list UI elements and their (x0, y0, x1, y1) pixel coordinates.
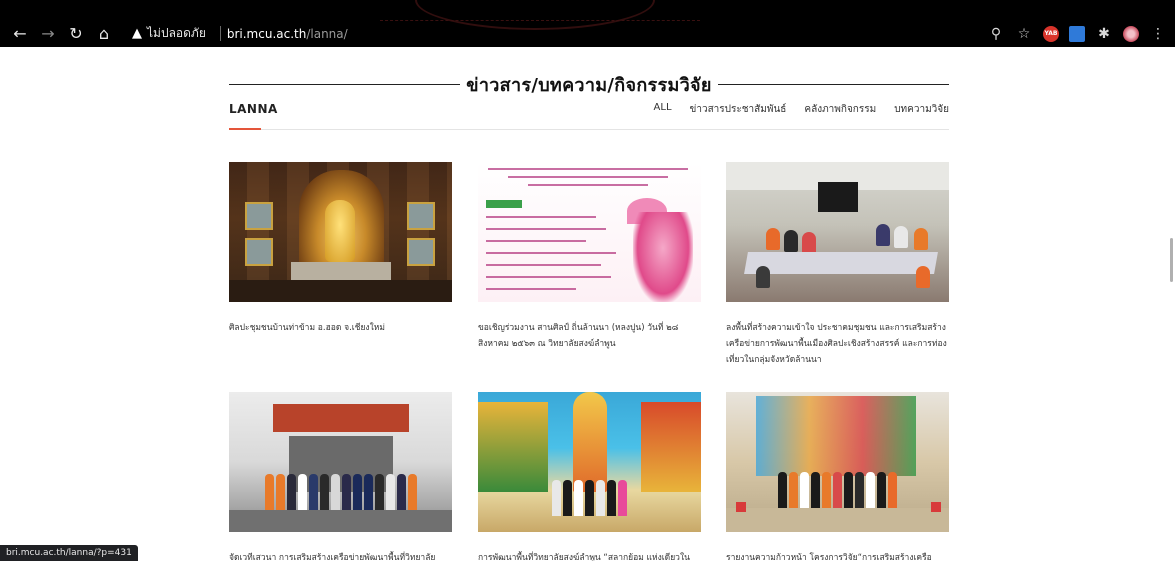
post-thumbnail[interactable] (726, 392, 949, 532)
section-title: ข่าวสาร/บทความ/กิจกรรมวิจัย (466, 74, 712, 96)
post-thumbnail[interactable] (478, 162, 701, 302)
extensions-puzzle-icon[interactable]: ✱ (1095, 26, 1113, 42)
post-thumbnail[interactable] (478, 392, 701, 532)
reload-icon[interactable]: ↻ (64, 22, 88, 46)
url-path: /lanna/ (306, 26, 348, 41)
toolbar-actions: ⚲ ☆ YAB ✱ ⋮ (987, 20, 1167, 47)
post-title[interactable]: ศิลปะชุมชนบ้านท่าข้าม อ.ฮอด จ.เชียงใหม่ (229, 320, 452, 336)
bookmark-star-icon[interactable]: ☆ (1015, 26, 1033, 42)
forward-icon[interactable]: → (36, 22, 60, 46)
filter-articles[interactable]: บทความวิจัย (894, 102, 949, 117)
post-card[interactable]: การพัฒนาพื้นที่วิทยาลัยสงฆ์ลำพูน “สลากย้… (478, 392, 701, 561)
post-thumbnail[interactable] (229, 392, 452, 532)
scrollbar-thumb[interactable] (1170, 238, 1173, 282)
section-heading: ข่าวสาร/บทความ/กิจกรรมวิจัย (229, 72, 949, 96)
post-card[interactable]: จัดเวทีเสวนา การเสริมสร้างเครือข่ายพัฒนา… (229, 392, 452, 561)
filter-tabs: ALL ข่าวสารประชาสัมพันธ์ คลังภาพกิจกรรม … (654, 102, 949, 117)
filter-gallery[interactable]: คลังภาพกิจกรรม (804, 102, 876, 117)
post-card[interactable]: ขอเชิญร่วมงาน สานศิลป์ ถิ่นล้านนา (หลงปู… (478, 162, 701, 352)
zoom-icon[interactable]: ⚲ (987, 26, 1005, 42)
post-thumbnail[interactable] (726, 162, 949, 302)
filter-news[interactable]: ข่าวสารประชาสัมพันธ์ (690, 102, 787, 117)
post-title[interactable]: รายงานความก้าวหน้า โครงการวิจัย“การเสริม… (726, 550, 949, 561)
heading-line-right (717, 83, 949, 85)
post-card[interactable]: ศิลปะชุมชนบ้านท่าข้าม อ.ฮอด จ.เชียงใหม่ (229, 162, 452, 336)
post-card[interactable]: รายงานความก้าวหน้า โครงการวิจัย“การเสริม… (726, 392, 949, 561)
browser-toolbar: ← → ↻ ⌂ ▲ ไม่ปลอดภัย bri.mcu.ac.th/lanna… (0, 0, 1175, 47)
post-title[interactable]: ขอเชิญร่วมงาน สานศิลป์ ถิ่นล้านนา (หลงปู… (478, 320, 701, 352)
profile-avatar[interactable] (1123, 25, 1139, 42)
post-title[interactable]: การพัฒนาพื้นที่วิทยาลัยสงฆ์ลำพูน “สลากย้… (478, 550, 701, 561)
security-label: ไม่ปลอดภัย (147, 26, 206, 40)
security-indicator[interactable]: ▲ ไม่ปลอดภัย (124, 24, 214, 43)
post-thumbnail[interactable] (229, 162, 452, 302)
extension-yab-icon[interactable]: YAB (1043, 25, 1059, 42)
back-icon[interactable]: ← (8, 22, 32, 46)
category-brand: LANNA (229, 102, 278, 116)
link-status-tooltip: bri.mcu.ac.th/lanna/?p=431 (0, 545, 138, 561)
post-card[interactable]: ลงพื้นที่สร้างความเข้าใจ ประชาคมชุมชน แล… (726, 162, 949, 368)
address-divider (219, 26, 221, 41)
filter-all[interactable]: ALL (654, 102, 672, 117)
post-title[interactable]: จัดเวทีเสวนา การเสริมสร้างเครือข่ายพัฒนา… (229, 550, 452, 561)
post-title[interactable]: ลงพื้นที่สร้างความเข้าใจ ประชาคมชุมชน แล… (726, 320, 949, 368)
url-host: bri.mcu.ac.th (226, 26, 307, 41)
menu-kebab-icon[interactable]: ⋮ (1149, 26, 1167, 42)
heading-line-left (229, 83, 461, 85)
brand-underline (229, 128, 261, 130)
home-icon[interactable]: ⌂ (92, 22, 116, 46)
extension-calendar-icon[interactable] (1069, 25, 1085, 42)
warning-icon: ▲ (132, 26, 142, 41)
category-bar: LANNA ALL ข่าวสารประชาสัมพันธ์ คลังภาพกิ… (229, 100, 949, 130)
